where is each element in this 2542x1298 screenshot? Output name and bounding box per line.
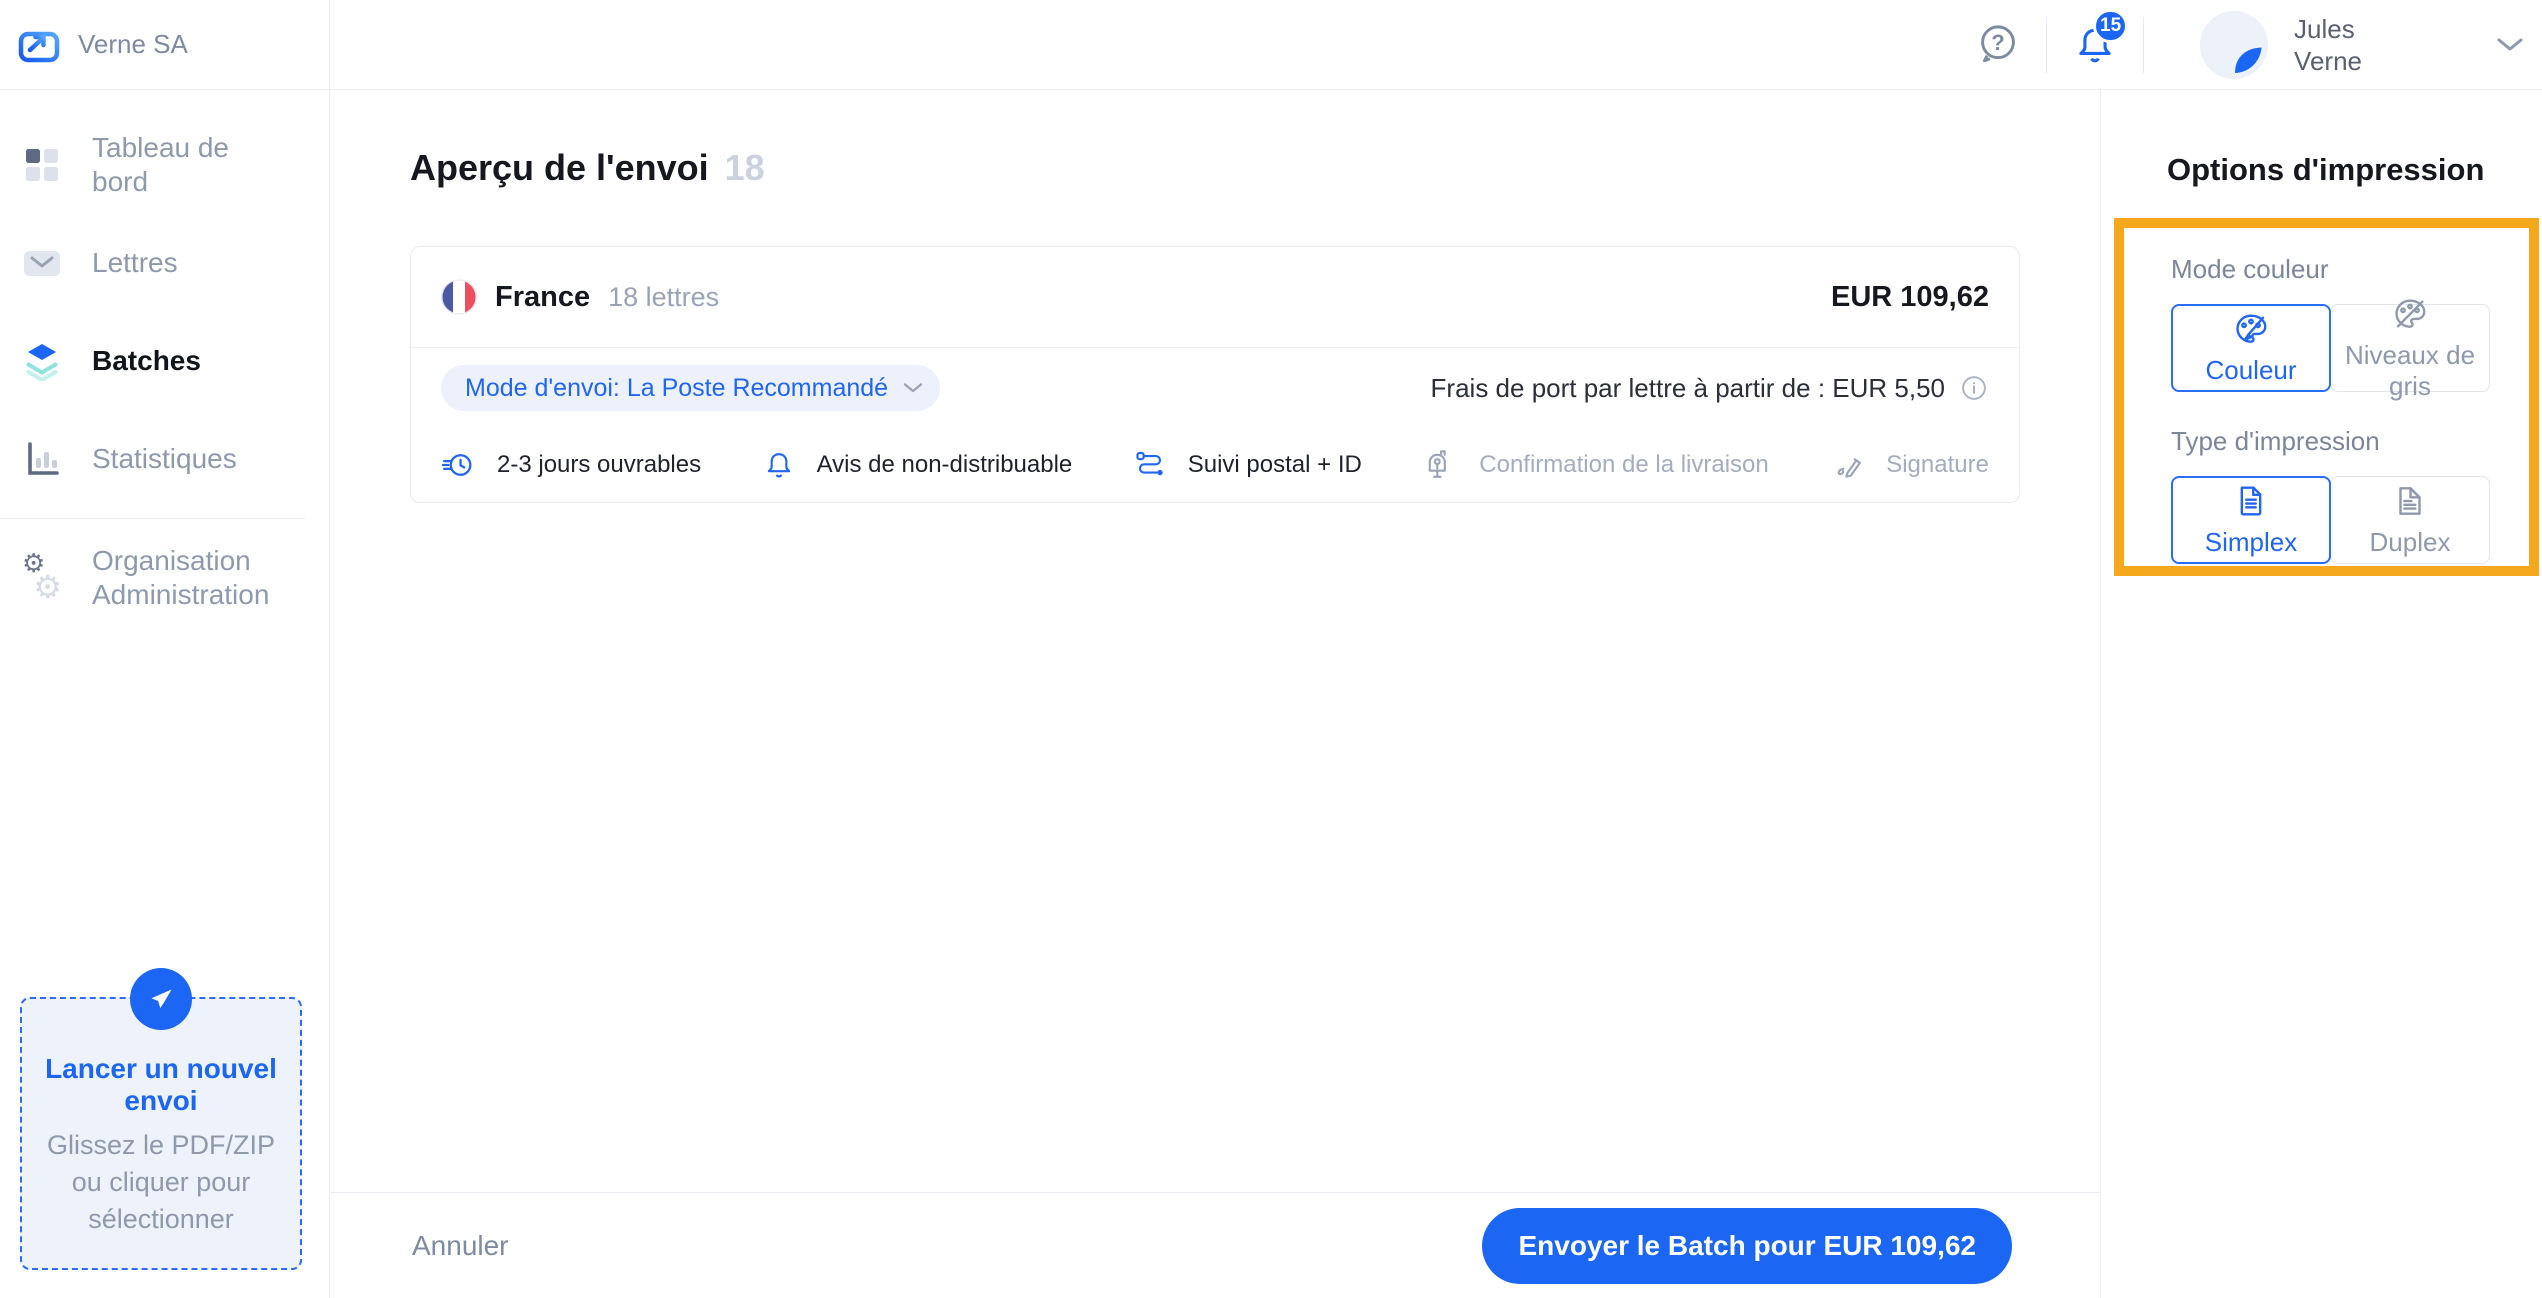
page-title: Aperçu de l'envoi <box>410 147 709 188</box>
color-mode-grayscale-button[interactable]: Niveaux de gris <box>2330 299 2490 401</box>
color-mode-label: Mode couleur <box>2171 254 2329 284</box>
dashboard-icon <box>22 145 62 185</box>
upload-dropzone[interactable]: Lancer un nouvel envoi Glissez le PDF/ZI… <box>20 968 302 1270</box>
batch-total: EUR 109,62 <box>1831 280 1989 313</box>
main-content: Aperçu de l'envoi 18 France 18 lettres E… <box>330 90 2100 1298</box>
sidebar-item-batches[interactable]: Batches <box>0 312 329 410</box>
gears-icon: ⚙ ⚙ <box>22 549 62 606</box>
avatar <box>2200 10 2269 79</box>
print-type-duplex-button[interactable]: Duplex <box>2330 476 2490 564</box>
mailbox-icon <box>1423 448 1457 482</box>
palette-icon <box>2232 310 2270 348</box>
svg-text:?: ? <box>1991 29 2004 54</box>
paper-plane-icon <box>151 989 172 1008</box>
send-circle <box>130 968 192 1030</box>
info-icon[interactable]: i <box>1959 373 1989 403</box>
sidebar-item-organisation-administration[interactable]: ⚙ ⚙ Organisation Administration <box>0 529 329 627</box>
envelope-icon <box>22 243 62 283</box>
card-features-row: 2-3 jours ouvrables Avis de non-distribu… <box>411 428 2019 502</box>
topbar-divider <box>2046 16 2048 73</box>
batch-country-card: France 18 lettres EUR 109,62 Mode d'envo… <box>410 246 2020 503</box>
send-batch-button[interactable]: Envoyer le Batch pour EUR 109,62 <box>1482 1207 2012 1284</box>
country-name: France <box>495 280 591 313</box>
document-duplex-icon <box>2391 482 2429 520</box>
letters-count: 18 lettres <box>608 281 720 312</box>
print-type-simplex-button[interactable]: Simplex <box>2171 476 2331 564</box>
chevron-down-icon <box>903 383 923 393</box>
user-name: Jules Verne <box>2294 13 2362 76</box>
upload-title: Lancer un nouvel envoi <box>45 1053 277 1116</box>
notifications-button[interactable]: 15 <box>2073 8 2129 69</box>
route-icon <box>1134 449 1166 481</box>
feature-delivery-confirmation: Confirmation de la livraison <box>1423 448 1769 482</box>
feature-postal-tracking: Suivi postal + ID <box>1134 449 1362 481</box>
color-mode-couleur-button[interactable]: Couleur <box>2171 304 2331 392</box>
help-button[interactable]: ? <box>1976 21 2020 69</box>
bar-chart-icon <box>22 439 62 479</box>
page-title-count: 18 <box>724 147 765 188</box>
feature-delivery-time: 2-3 jours ouvrables <box>441 448 701 482</box>
clock-fast-icon <box>441 448 475 482</box>
print-type-label: Type d'impression <box>2171 426 2380 456</box>
print-options-panel: Options d'impression Mode couleur Couleu… <box>2100 90 2542 1298</box>
sidebar: Tableau de bord Lettres Batches Statisti… <box>0 90 330 1298</box>
highlight-box: Mode couleur Couleur Niveaux de gris Typ… <box>2114 218 2539 576</box>
sidebar-divider <box>0 518 305 519</box>
sidebar-item-dashboard[interactable]: Tableau de bord <box>0 116 329 214</box>
layers-icon <box>22 341 62 381</box>
postage-note: Frais de port par lettre à partir de : E… <box>1431 373 1989 404</box>
topbar-divider <box>2143 16 2145 73</box>
topbar-actions: ? 15 Jules Verne <box>1976 0 2542 89</box>
sidebar-item-statistiques[interactable]: Statistiques <box>0 410 329 508</box>
page-title-row: Aperçu de l'envoi 18 <box>410 147 2020 189</box>
print-options-title: Options d'impression <box>2167 152 2485 187</box>
chevron-down-icon <box>2497 38 2523 50</box>
pen-icon <box>1830 448 1864 482</box>
cancel-button[interactable]: Annuler <box>412 1230 509 1262</box>
card-options-row: Mode d'envoi: La Poste Recommandé Frais … <box>411 348 2019 428</box>
help-icon: ? <box>1981 24 2015 62</box>
upload-subtitle: Glissez le PDF/ZIP ou cliquer pour sélec… <box>46 1130 276 1234</box>
envelope-logo-icon <box>18 31 60 62</box>
user-menu[interactable]: Jules Verne <box>2174 10 2526 79</box>
card-header-row: France 18 lettres EUR 109,62 <box>411 247 2019 348</box>
print-type-group: Simplex Duplex <box>2171 476 2491 564</box>
palette-strikethrough-icon <box>2391 295 2429 333</box>
brand-logo: Verne SA <box>0 0 330 89</box>
feature-non-deliverable-notice: Avis de non-distribuable <box>763 449 1072 481</box>
sidebar-item-lettres[interactable]: Lettres <box>0 214 329 312</box>
topbar: Verne SA ? 15 Jules Verne <box>0 0 2542 90</box>
svg-text:i: i <box>1972 381 1976 398</box>
action-bar: Annuler Envoyer le Batch pour EUR 109,62 <box>330 1192 2100 1298</box>
feature-signature: Signature <box>1830 448 1989 482</box>
document-simplex-icon <box>2232 482 2270 520</box>
color-mode-group: Couleur Niveaux de gris <box>2171 299 2491 401</box>
mode-envoi-dropdown[interactable]: Mode d'envoi: La Poste Recommandé <box>441 365 941 411</box>
france-flag-icon <box>441 279 477 315</box>
brand-name: Verne SA <box>78 29 188 59</box>
bell-icon <box>763 449 795 481</box>
app-window: Verne SA ? 15 Jules Verne Tableau de bor… <box>0 0 2542 1298</box>
notification-count-badge: 15 <box>2093 8 2129 43</box>
